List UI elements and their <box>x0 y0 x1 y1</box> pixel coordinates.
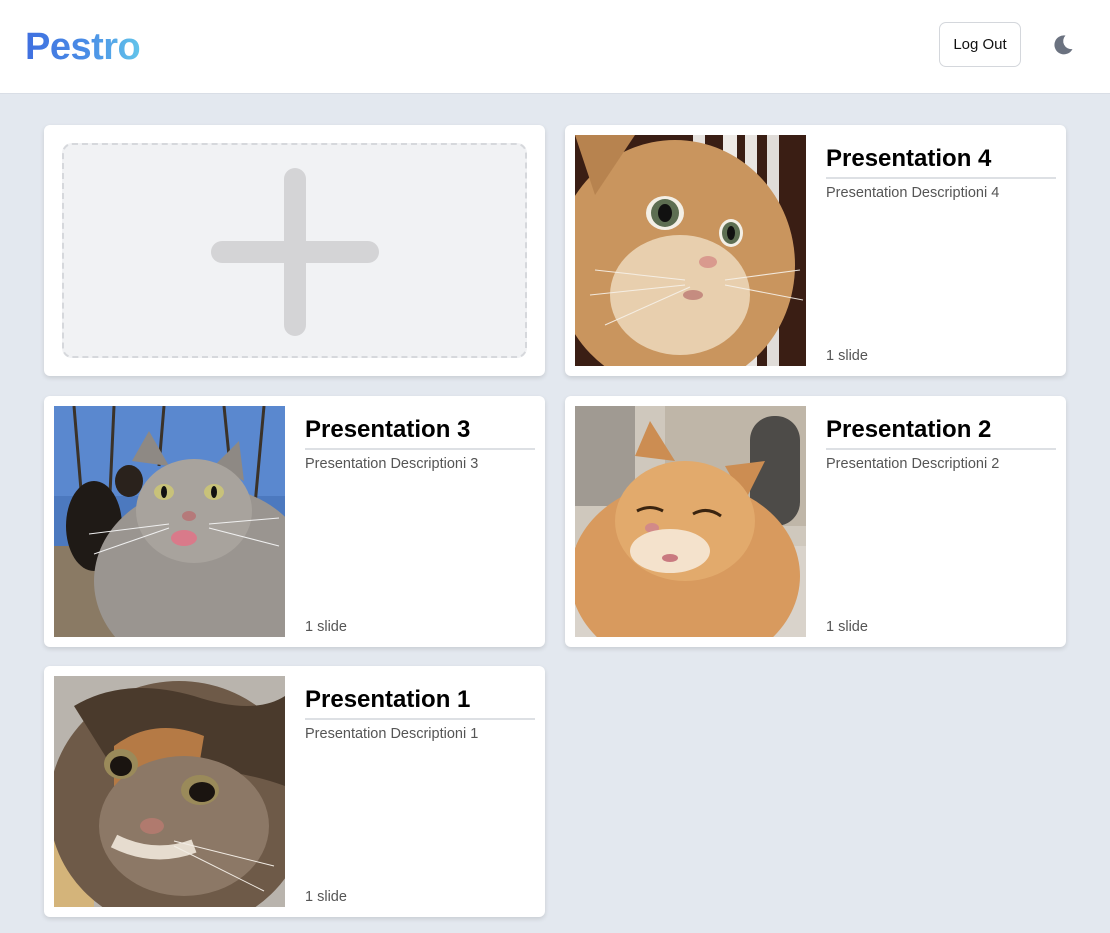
grey-tabby-cat-selfie-photo <box>54 406 285 637</box>
plus-icon <box>211 168 379 336</box>
presentation-slide-count: 1 slide <box>826 348 868 364</box>
presentation-slide-count: 1 slide <box>305 619 347 635</box>
presentation-thumbnail <box>575 135 806 366</box>
theme-toggle-button[interactable] <box>1049 31 1077 59</box>
squinting-ginger-cat-photo <box>575 406 806 637</box>
presentation-title: Presentation 2 <box>826 415 1056 450</box>
new-presentation-dropzone[interactable] <box>62 143 527 358</box>
presentation-description: Presentation Descriptioni 2 <box>826 456 1000 472</box>
presentation-slide-count: 1 slide <box>826 619 868 635</box>
presentation-card-2[interactable]: Presentation 2 Presentation Descriptioni… <box>565 396 1066 647</box>
presentation-title: Presentation 4 <box>826 144 1056 179</box>
presentation-slide-count: 1 slide <box>305 889 347 905</box>
logout-button[interactable]: Log Out <box>939 22 1021 67</box>
presentation-description: Presentation Descriptioni 1 <box>305 726 479 742</box>
presentation-thumbnail <box>54 406 285 637</box>
presentation-description: Presentation Descriptioni 4 <box>826 185 1000 201</box>
app-logo[interactable]: Pestro <box>25 25 141 69</box>
presentation-card-1[interactable]: Presentation 1 Presentation Descriptioni… <box>44 666 545 917</box>
presentation-description: Presentation Descriptioni 3 <box>305 456 479 472</box>
presentation-title: Presentation 3 <box>305 415 535 450</box>
presentation-title: Presentation 1 <box>305 685 535 720</box>
presentation-thumbnail <box>575 406 806 637</box>
sad-calico-cat-photo <box>54 676 285 907</box>
presentation-thumbnail <box>54 676 285 907</box>
presentation-card-4[interactable]: Presentation 4 Presentation Descriptioni… <box>565 125 1066 376</box>
presentation-card-3[interactable]: Presentation 3 Presentation Descriptioni… <box>44 396 545 647</box>
new-presentation-card[interactable] <box>44 125 545 376</box>
moon-icon <box>1054 35 1073 55</box>
top-navbar: Pestro Log Out <box>0 0 1110 94</box>
startled-orange-cat-photo <box>575 135 806 366</box>
